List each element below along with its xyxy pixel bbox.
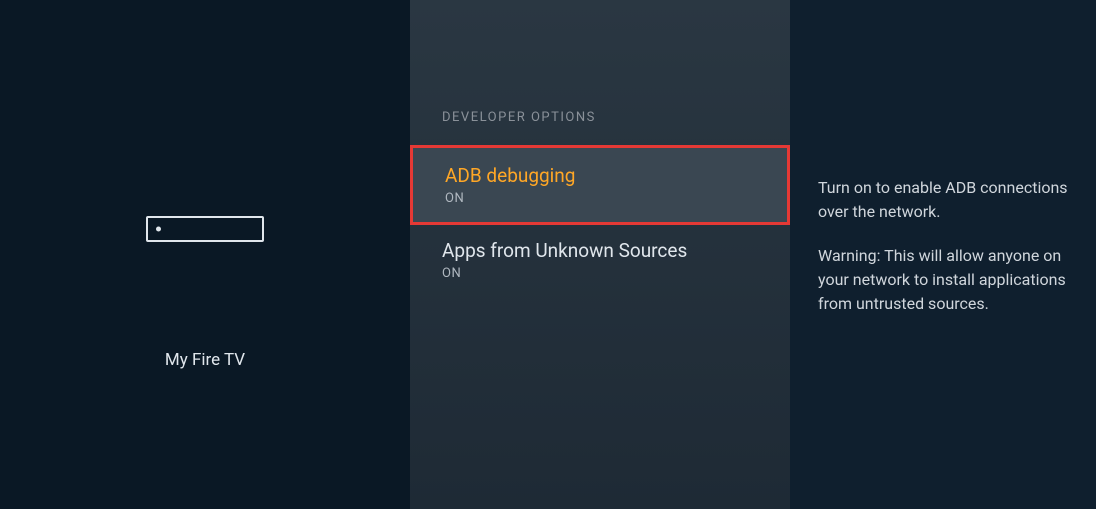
option-status: ON [442, 266, 758, 281]
option-title: ADB debugging [445, 164, 755, 187]
option-status: ON [445, 191, 755, 206]
option-adb-debugging[interactable]: ADB debugging ON [410, 145, 790, 225]
description-text-1: Turn on to enable ADB connections over t… [818, 176, 1068, 224]
firetv-stick-icon [146, 216, 264, 242]
options-panel: DEVELOPER OPTIONS ADB debugging ON Apps … [410, 0, 790, 509]
option-title: Apps from Unknown Sources [442, 239, 758, 262]
device-label: My Fire TV [165, 350, 245, 370]
left-panel: My Fire TV [0, 0, 410, 509]
description-panel: Turn on to enable ADB connections over t… [790, 0, 1096, 509]
section-header: DEVELOPER OPTIONS [410, 110, 790, 145]
description-text-2: Warning: This will allow anyone on your … [818, 244, 1068, 316]
option-apps-unknown-sources[interactable]: Apps from Unknown Sources ON [410, 225, 790, 297]
